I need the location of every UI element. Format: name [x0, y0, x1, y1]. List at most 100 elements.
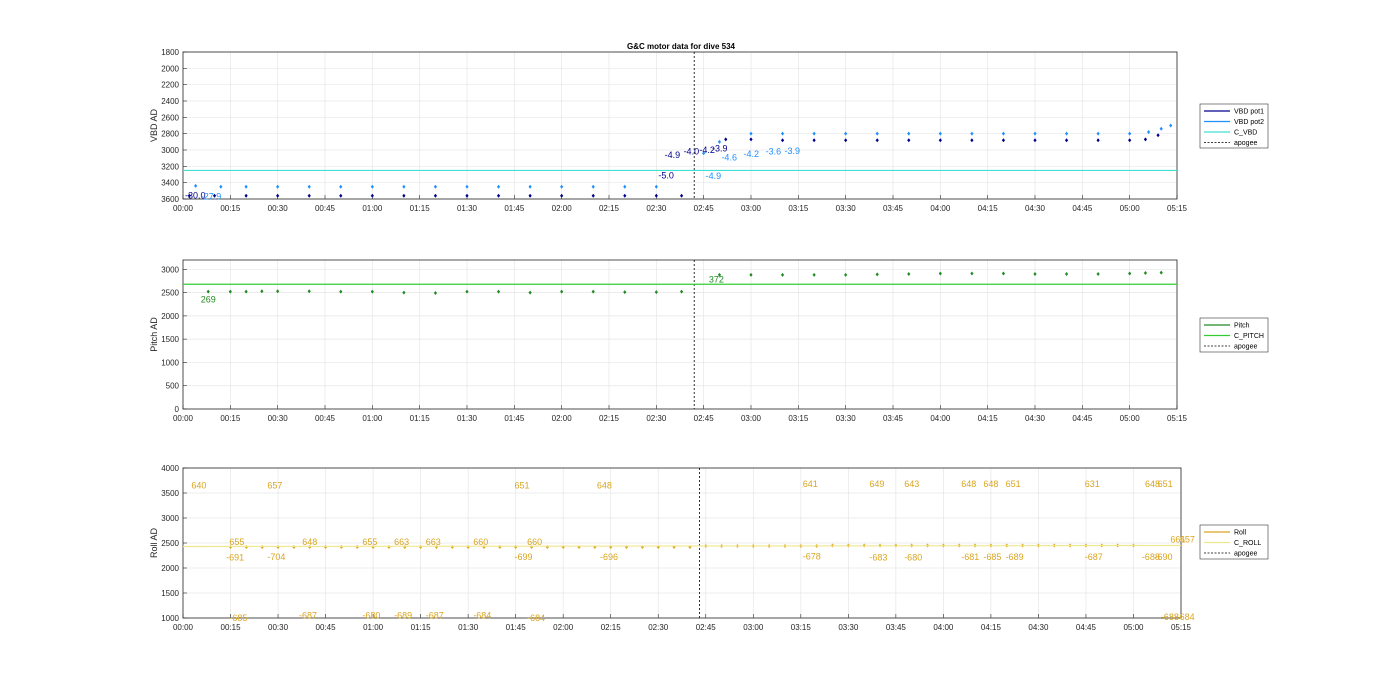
y-tick-label: 2500 [161, 539, 179, 548]
axes-background [183, 52, 1177, 199]
x-tick-label: 03:45 [886, 623, 907, 632]
x-tick-label: 01:00 [362, 204, 383, 213]
x-tick-label: 01:30 [457, 414, 478, 423]
axes-panel-1: 00:00 00:15 00:30 00:45 01:00 01:15 01:30 01:45… [149, 48, 1188, 213]
y-tick-label: 2200 [161, 81, 179, 90]
x-tick-label: 04:45 [1076, 623, 1097, 632]
value-annotation: 655 [229, 537, 244, 547]
x-tick-label: 01:30 [458, 623, 479, 632]
y-tick-label: 3400 [161, 179, 179, 188]
x-tick-label: 01:15 [410, 204, 431, 213]
x-tick-label: 02:15 [601, 623, 622, 632]
value-annotation: -684 [527, 613, 545, 623]
value-annotation: 657 [267, 481, 282, 491]
value-annotation: -690 [1154, 552, 1172, 562]
x-tick-label: 04:30 [1028, 623, 1049, 632]
x-tick-label: 01:15 [410, 414, 431, 423]
x-tick-label: 01:15 [411, 623, 432, 632]
value-annotation: 640 [191, 481, 206, 491]
x-tick-label: 02:45 [694, 204, 715, 213]
x-tick-label: 02:45 [694, 414, 715, 423]
x-tick-label: 02:00 [552, 414, 573, 423]
x-tick-label: 00:15 [220, 204, 241, 213]
y-tick-label: 3000 [161, 514, 179, 523]
value-annotation: -691 [226, 553, 244, 563]
value-annotation: 657 [1180, 535, 1195, 545]
value-annotation: -684 [473, 611, 491, 621]
x-tick-label: 04:45 [1072, 204, 1093, 213]
x-tick-label: 03:00 [741, 204, 762, 213]
x-tick-label: 03:00 [741, 414, 762, 423]
value-annotation: -27.9 [201, 192, 222, 202]
x-tick-label: 02:15 [599, 414, 620, 423]
x-tick-label: 01:45 [504, 204, 525, 213]
y-tick-label: 1500 [161, 589, 179, 598]
y-tick-label: 3500 [161, 489, 179, 498]
x-tick-label: 04:00 [930, 204, 951, 213]
value-annotation: -687 [299, 611, 317, 621]
value-annotation: -689 [394, 611, 412, 621]
value-annotation: 660 [527, 537, 542, 547]
x-tick-label: 01:00 [363, 623, 384, 632]
value-annotation: -684 [1177, 612, 1195, 622]
legend-label: VBD pot1 [1234, 109, 1264, 116]
legend-label: Roll [1234, 530, 1247, 537]
x-tick-label: 02:30 [646, 414, 667, 423]
x-tick-label: 04:00 [933, 623, 954, 632]
x-tick-label: 04:15 [978, 204, 999, 213]
y-tick-label: 2800 [161, 130, 179, 139]
x-tick-label: 00:30 [268, 623, 289, 632]
y-tick-label: 3000 [161, 265, 179, 274]
figure-window: { "title": "G&C motor data for dive 534"… [0, 0, 1400, 693]
x-tick-label: 00:45 [315, 414, 336, 423]
y-tick-label: 3000 [161, 146, 179, 155]
value-annotation: -678 [803, 552, 821, 562]
value-annotation: -687 [426, 611, 444, 621]
y-tick-label: 4000 [161, 464, 179, 473]
y-tick-label: 1000 [161, 614, 179, 623]
x-tick-label: 02:45 [696, 623, 717, 632]
x-tick-label: 00:45 [316, 623, 337, 632]
x-tick-label: 04:15 [978, 414, 999, 423]
value-annotation: 651 [1006, 479, 1021, 489]
y-axis-label: Pitch AD [149, 317, 159, 352]
x-tick-label: 03:15 [791, 623, 812, 632]
axes-panel-3: 00:00 00:15 00:30 00:45 01:00 01:15 01:30 01:45… [149, 464, 1195, 632]
value-annotation: 648 [597, 481, 612, 491]
x-tick-label: 05:00 [1120, 414, 1141, 423]
x-tick-label: 00:00 [173, 414, 194, 423]
value-annotation: 648 [983, 479, 998, 489]
figure-title: G&C motor data for dive 534 [627, 42, 736, 51]
y-tick-label: 2500 [161, 289, 179, 298]
value-annotation: -689 [1006, 552, 1024, 562]
motor-data-figure: G&C motor data for dive 534 00:00 00:15 00… [149, 42, 1269, 632]
legend-3: Roll C_ROLLapogee [1199, 524, 1269, 560]
y-tick-label: 3600 [161, 195, 179, 204]
value-annotation: 651 [1158, 479, 1173, 489]
x-tick-label: 00:15 [220, 414, 241, 423]
x-tick-label: 04:00 [930, 414, 951, 423]
x-tick-label: 05:00 [1120, 204, 1141, 213]
legend-label: apogee [1234, 344, 1257, 351]
x-tick-label: 05:15 [1167, 204, 1188, 213]
y-tick-label: 2600 [161, 113, 179, 122]
y-tick-label: 2000 [161, 64, 179, 73]
value-annotation: 648 [302, 537, 317, 547]
legend-label: Pitch [1234, 323, 1250, 330]
x-tick-label: 02:15 [599, 204, 620, 213]
value-annotation: -683 [869, 553, 887, 563]
value-annotation: -3.9 [785, 146, 801, 156]
y-tick-label: 2400 [161, 97, 179, 106]
value-annotation: -681 [961, 552, 979, 562]
value-annotation: -4.2 [744, 149, 760, 159]
y-tick-label: 1500 [161, 335, 179, 344]
value-annotation: -680 [362, 611, 380, 621]
value-annotation: 663 [426, 537, 441, 547]
legend-label: C_VBD [1234, 130, 1257, 137]
x-tick-label: 04:15 [981, 623, 1002, 632]
value-annotation: -704 [267, 552, 285, 562]
y-tick-label: 0 [175, 405, 180, 414]
value-annotation: -680 [904, 553, 922, 563]
legend-label: C_ROLL [1234, 540, 1261, 547]
value-annotation: -696 [600, 552, 618, 562]
